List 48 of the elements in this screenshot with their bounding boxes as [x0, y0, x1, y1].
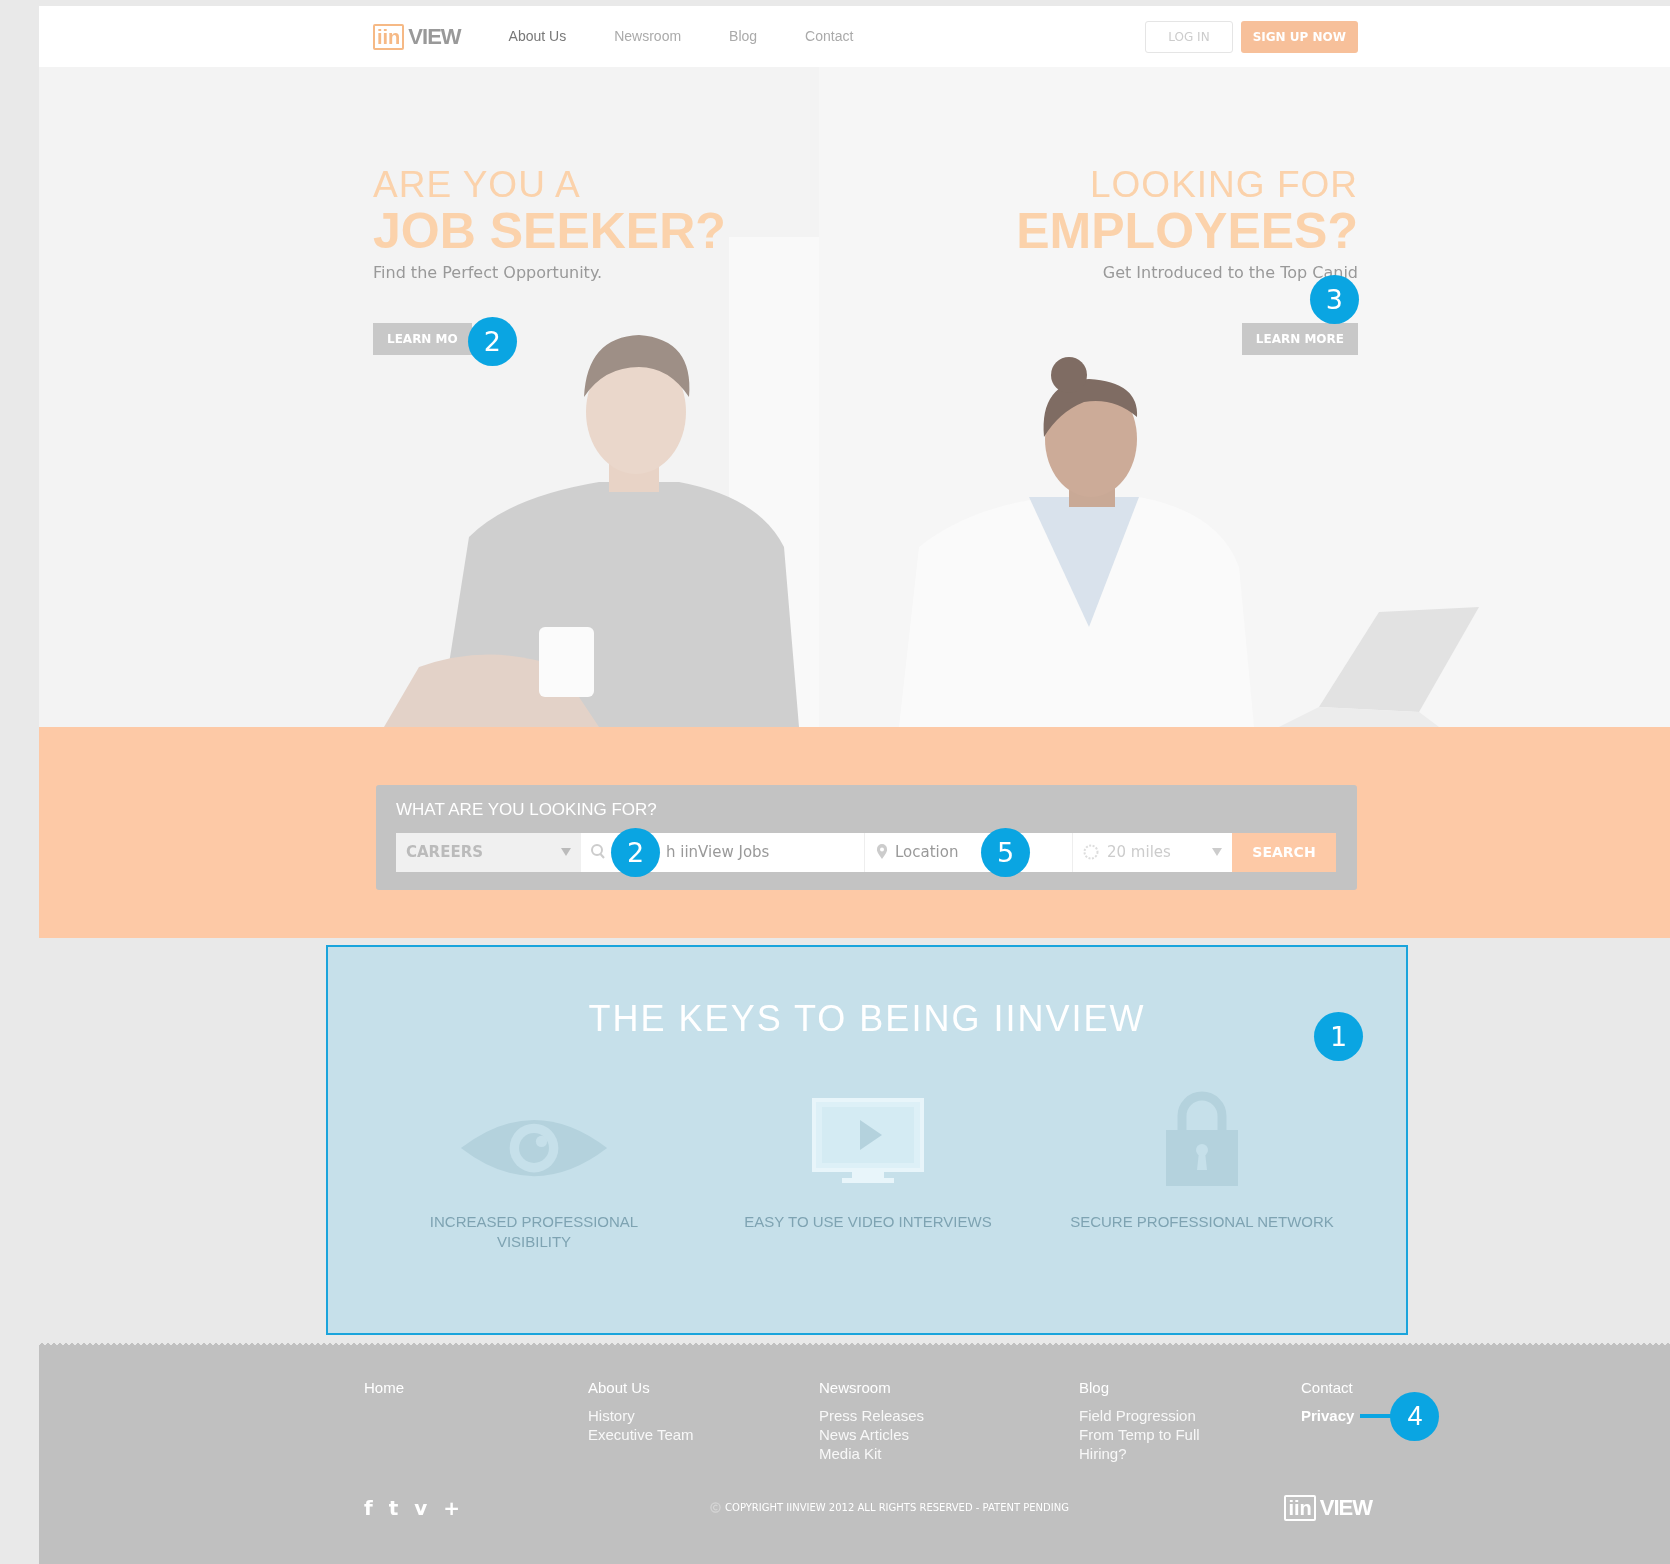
footer-link[interactable]: Newsroom: [819, 1377, 1079, 1400]
feature-label: INCREASED PROFESSIONAL VISIBILITY: [428, 1212, 640, 1252]
callout-marker: 1: [1314, 1012, 1363, 1061]
copyright-text: COPYRIGHT IINVIEW 2012 ALL RIGHTS RESERVED - PATENT PENDING: [725, 1501, 1069, 1515]
nav-link[interactable]: Contact: [805, 26, 854, 47]
hero-heading: EMPLOYEES?: [1016, 205, 1358, 257]
feature-label: EASY TO USE VIDEO INTERVIEWS: [744, 1212, 992, 1232]
feature-label: SECURE PROFESSIONAL NETWORK: [1070, 1212, 1334, 1232]
hero-subtitle: Find the Perfect Opportunity.: [373, 262, 603, 284]
text-input[interactable]: Location: [895, 840, 975, 864]
caret-icon: [1212, 848, 1222, 856]
footer-link[interactable]: History: [588, 1405, 635, 1425]
footer-link[interactable]: Field Progression: [1079, 1405, 1196, 1425]
radius-icon: [1083, 844, 1099, 860]
footer-link[interactable]: Home: [364, 1377, 588, 1400]
footer-link[interactable]: Executive Team: [588, 1424, 694, 1444]
social-link[interactable]: v: [414, 1492, 428, 1523]
nav-link[interactable]: About Us: [508, 26, 567, 47]
text-input[interactable]: h iinView Jobs: [666, 840, 816, 864]
annotation-badge: 2: [611, 827, 660, 877]
search-title: WHAT ARE YOU LOOKING FOR?: [396, 799, 658, 821]
callout-marker: 4: [1390, 1391, 1440, 1441]
logo[interactable]: iin VIEW: [373, 20, 461, 53]
footer-link[interactable]: News Articles: [819, 1424, 910, 1444]
social-link[interactable]: +: [443, 1492, 461, 1523]
footer-link[interactable]: About Us: [588, 1377, 819, 1400]
hero-heading: ARE YOU A: [373, 165, 581, 205]
footer-link[interactable]: Blog: [1079, 1377, 1301, 1400]
footer-link[interactable]: Media Kit: [819, 1443, 882, 1463]
footer-link[interactable]: Privacy: [1301, 1405, 1355, 1425]
footer-link[interactable]: From Temp to Full: [1079, 1424, 1200, 1444]
monitor-play-icon: [812, 1098, 924, 1186]
hero-heading: JOB SEEKER?: [373, 205, 726, 257]
signup-button[interactable]: SIGN UP NOW: [1240, 20, 1358, 53]
section-title: THE KEYS TO BEING IINVIEW: [588, 997, 1146, 1041]
social-link[interactable]: f: [364, 1492, 373, 1523]
annotation-badge: 5: [981, 827, 1030, 877]
pin-icon: [875, 844, 889, 860]
footer-link[interactable]: Press Releases: [819, 1405, 925, 1425]
caret-icon: [561, 848, 571, 856]
social-link[interactable]: t: [388, 1492, 399, 1523]
hero-heading: LOOKING FOR: [1090, 165, 1358, 205]
search-icon: [591, 844, 605, 860]
footer-link[interactable]: Hiring?: [1079, 1443, 1127, 1463]
search-button[interactable]: SEARCH: [1232, 832, 1336, 872]
nav-link[interactable]: Newsroom: [614, 26, 682, 47]
footer-logo[interactable]: iin VIEW: [1284, 1491, 1372, 1524]
nav-link[interactable]: Blog: [729, 26, 758, 47]
